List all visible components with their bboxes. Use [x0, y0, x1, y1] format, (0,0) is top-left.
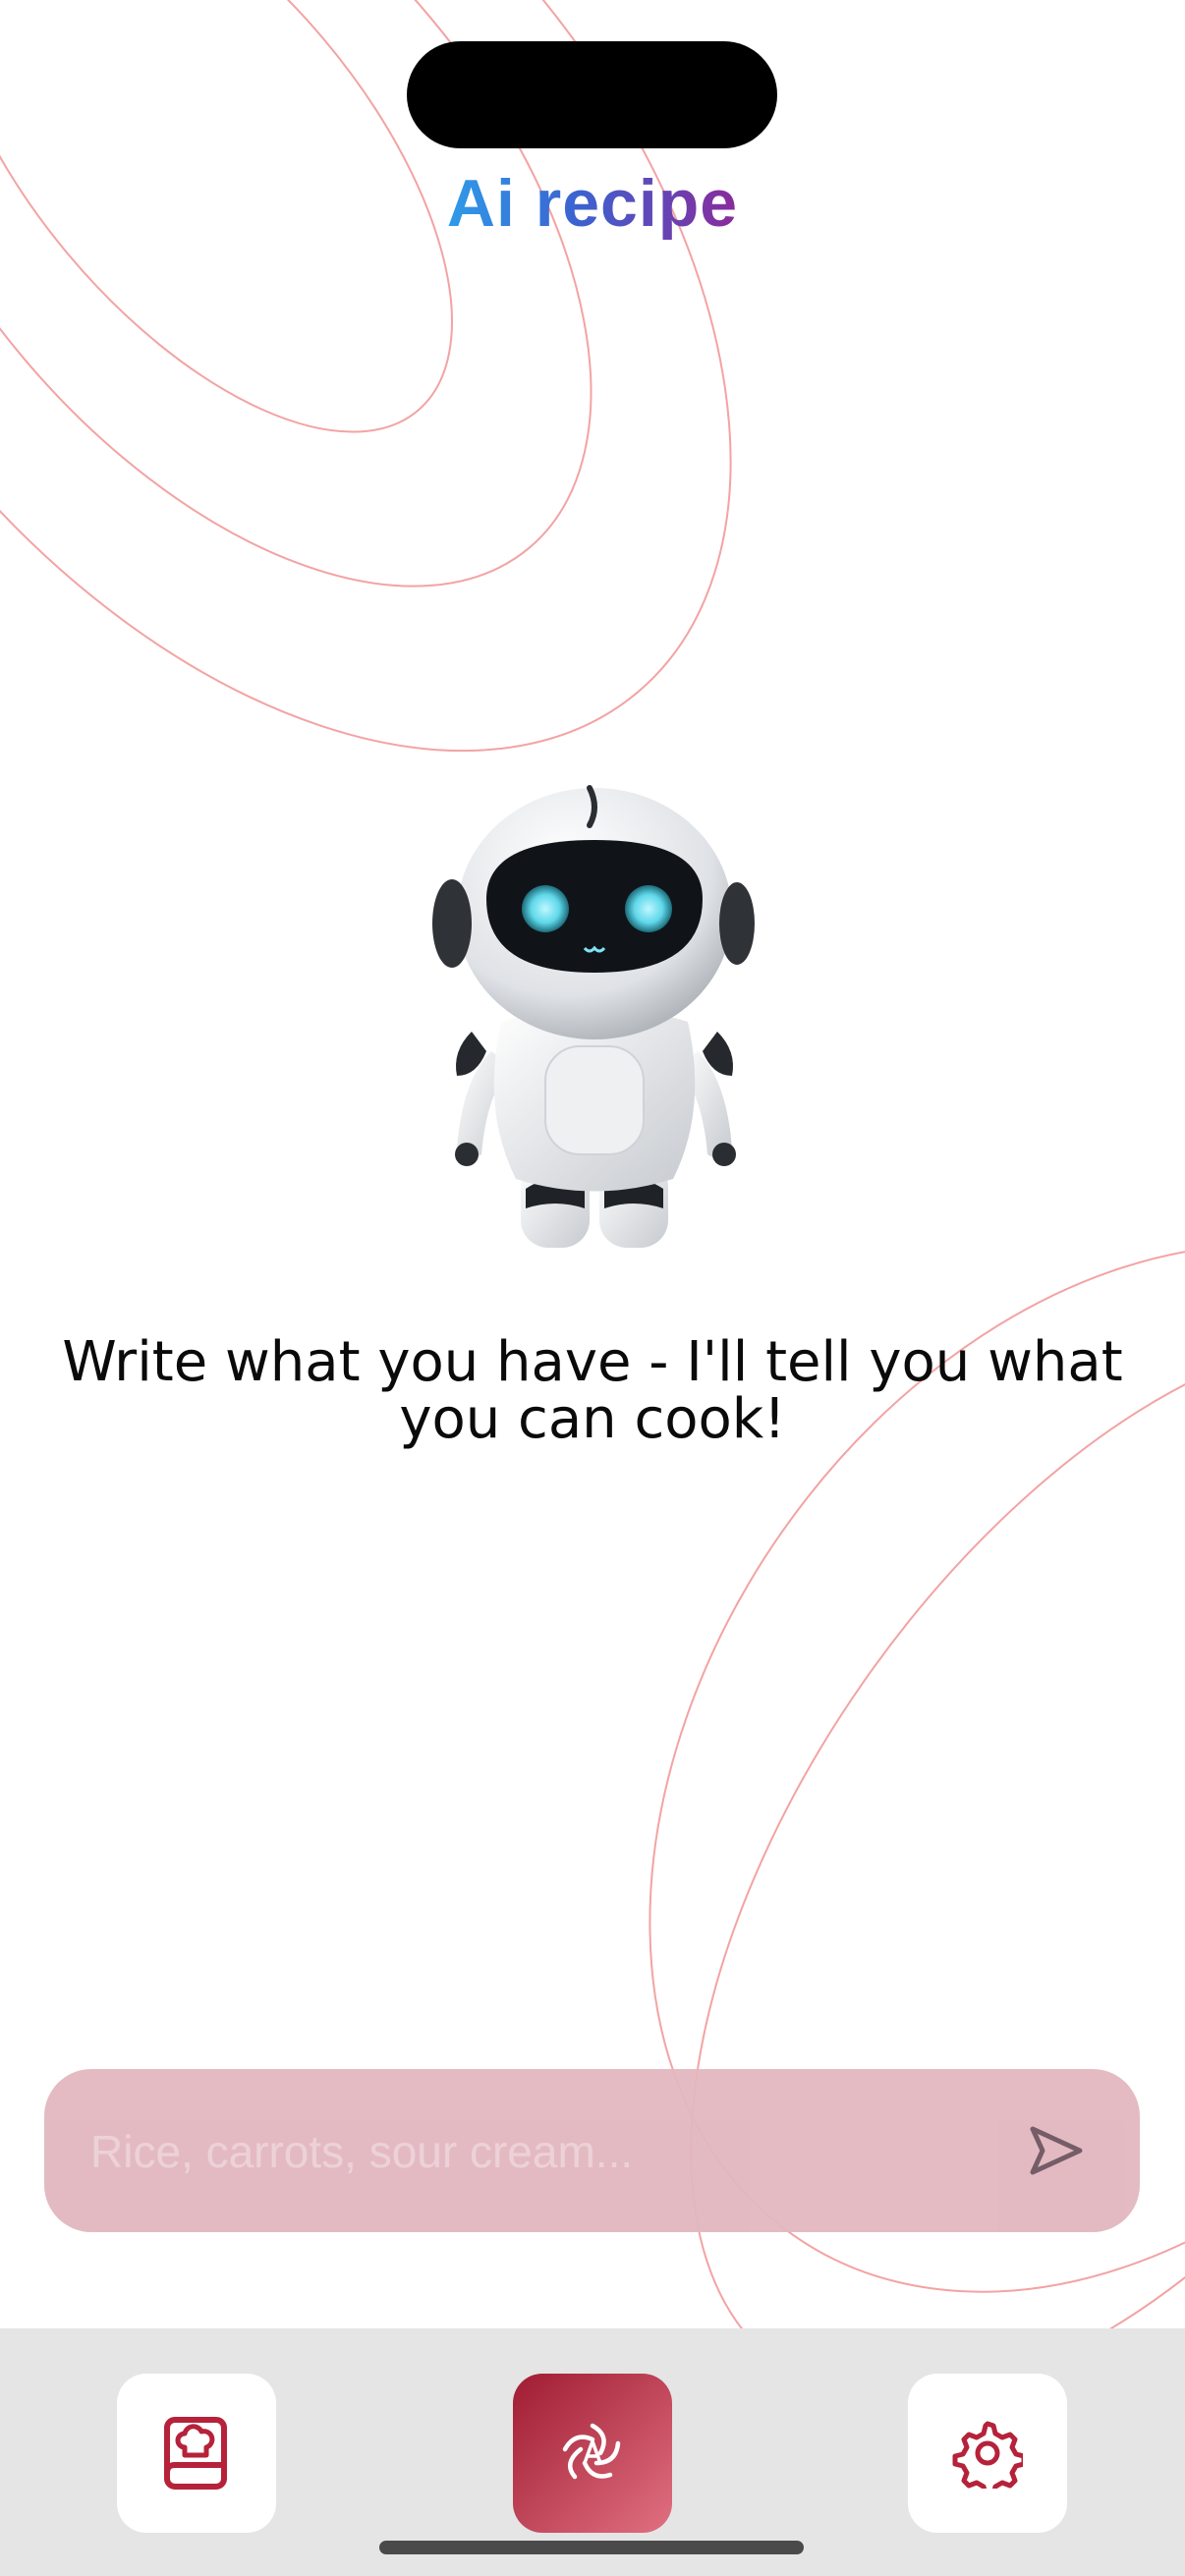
- tab-recipes[interactable]: [117, 2374, 276, 2533]
- hero-message: Write what you have - I'll tell you what…: [62, 1330, 1123, 1451]
- robot-mascot: [432, 785, 755, 1248]
- home-indicator: [379, 2541, 804, 2554]
- app-title-text: Ai recipe: [446, 166, 739, 241]
- recipe-book-icon: [164, 2417, 227, 2490]
- chat-input-bar: [44, 2069, 1140, 2234]
- gear-icon: [952, 2421, 1023, 2489]
- send-icon: [1030, 2126, 1083, 2175]
- bottom-tab-bar: [0, 2328, 1185, 2576]
- ai-swirl-icon: [562, 2423, 621, 2480]
- dynamic-island: [407, 41, 777, 148]
- tab-ai[interactable]: [513, 2374, 672, 2533]
- tab-settings[interactable]: [908, 2374, 1067, 2533]
- send-button[interactable]: [1022, 2118, 1091, 2183]
- ingredients-input[interactable]: [88, 2069, 1006, 2234]
- app-title: Ai recipe: [0, 165, 1185, 242]
